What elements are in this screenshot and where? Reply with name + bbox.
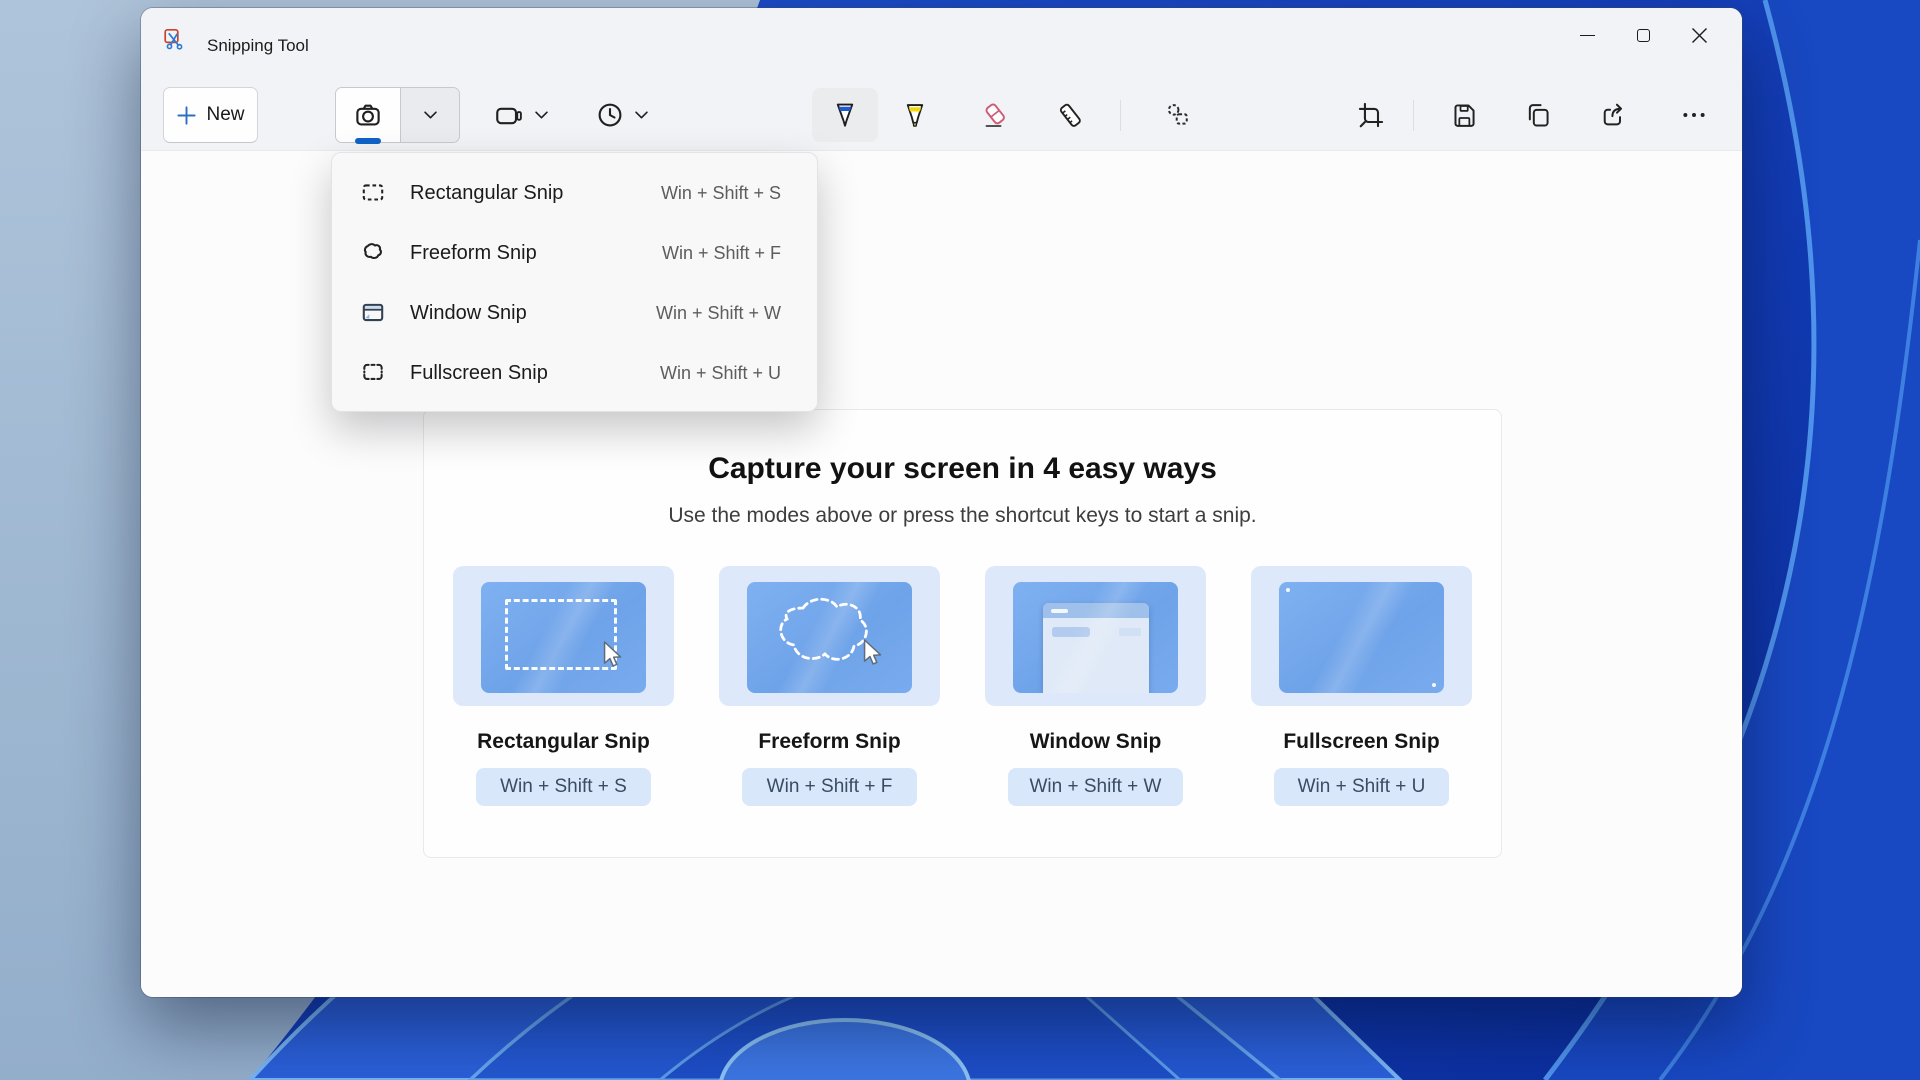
menu-item-label: Fullscreen Snip: [410, 362, 548, 385]
minimize-button[interactable]: [1559, 13, 1615, 57]
close-icon: [1691, 27, 1708, 44]
share-icon: [1599, 101, 1627, 129]
snipping-tool-logo-icon: [162, 27, 186, 51]
shapes-icon: [1164, 101, 1192, 129]
chevron-down-icon: [424, 111, 437, 119]
share-button[interactable]: [1583, 88, 1643, 142]
camera-icon: [353, 100, 383, 130]
toolbar-separator: [1413, 100, 1414, 131]
capture-help-panel: Capture your screen in 4 easy ways Use t…: [423, 409, 1502, 858]
menu-item-window-snip[interactable]: Window Snip Win + Shift + W: [332, 283, 817, 343]
crop-icon: [1357, 101, 1385, 129]
toolbar: New: [141, 87, 1742, 143]
pen-tool-button[interactable]: [812, 88, 878, 142]
card-window-snip: Window Snip Win + Shift + W: [985, 566, 1206, 806]
menu-item-shortcut: Win + Shift + W: [656, 303, 781, 324]
more-options-button[interactable]: [1664, 88, 1724, 142]
card-label: Fullscreen Snip: [1283, 730, 1439, 754]
cursor-icon: [859, 638, 885, 668]
card-freeform-snip: Freeform Snip Win + Shift + F: [719, 566, 940, 806]
snip-mode-menu: Rectangular Snip Win + Shift + S Freefor…: [331, 152, 818, 412]
eraser-tool-button[interactable]: [962, 88, 1028, 142]
shapes-tool-button[interactable]: [1148, 88, 1208, 142]
menu-item-fullscreen-snip[interactable]: Fullscreen Snip Win + Shift + U: [332, 343, 817, 403]
freeform-snip-illustration: [719, 566, 940, 706]
clock-icon: [595, 100, 625, 130]
plus-icon: [176, 105, 197, 126]
copy-icon: [1524, 101, 1552, 129]
snip-mode-split-button: [335, 87, 460, 143]
freeform-snip-icon: [360, 240, 386, 266]
card-shortcut: Win + Shift + U: [1274, 768, 1449, 806]
window-title: Snipping Tool: [207, 36, 309, 56]
menu-item-label: Window Snip: [410, 302, 527, 325]
menu-item-shortcut: Win + Shift + F: [662, 243, 781, 264]
fullscreen-snip-illustration: [1251, 566, 1472, 706]
new-label: New: [206, 104, 244, 126]
window-snip-illustration: [985, 566, 1206, 706]
rectangular-snip-illustration: [453, 566, 674, 706]
menu-item-shortcut: Win + Shift + S: [661, 183, 781, 204]
card-label: Window Snip: [1030, 730, 1162, 754]
rectangular-snip-icon: [360, 180, 386, 206]
card-fullscreen-snip: Fullscreen Snip Win + Shift + U: [1251, 566, 1472, 806]
window-chrome: Snipping Tool: [141, 8, 1742, 151]
copy-button[interactable]: [1508, 88, 1568, 142]
cursor-icon: [599, 640, 625, 670]
close-button[interactable]: [1671, 13, 1727, 57]
maximize-icon: [1637, 29, 1650, 42]
fullscreen-snip-icon: [360, 360, 386, 386]
toolbar-separator: [1120, 100, 1121, 131]
menu-item-label: Rectangular Snip: [410, 182, 563, 205]
titlebar: Snipping Tool: [141, 8, 1742, 68]
mode-cards: Rectangular Snip Win + Shift + S Freefor: [424, 566, 1501, 806]
menu-item-rectangular-snip[interactable]: Rectangular Snip Win + Shift + S: [332, 163, 817, 223]
chevron-down-icon: [635, 111, 648, 119]
new-snip-button[interactable]: New: [163, 87, 258, 143]
window-snip-icon: [360, 300, 386, 326]
menu-item-freeform-snip[interactable]: Freeform Snip Win + Shift + F: [332, 223, 817, 283]
card-shortcut: Win + Shift + S: [476, 768, 651, 806]
snipping-tool-window: Snipping Tool: [141, 8, 1742, 997]
more-ellipsis-icon: [1680, 101, 1708, 129]
record-mode-button[interactable]: [487, 93, 554, 137]
selected-mode-indicator: [355, 138, 381, 144]
highlighter-tool-button[interactable]: [882, 88, 948, 142]
snip-mode-button[interactable]: [336, 88, 401, 142]
maximize-button[interactable]: [1615, 13, 1671, 57]
save-button[interactable]: [1434, 88, 1494, 142]
mini-window-graphic: [1043, 603, 1149, 693]
delay-button[interactable]: [589, 93, 654, 137]
menu-item-shortcut: Win + Shift + U: [660, 363, 781, 384]
eraser-icon: [981, 101, 1010, 130]
menu-item-label: Freeform Snip: [410, 242, 537, 265]
snip-mode-dropdown-button[interactable]: [401, 88, 459, 142]
card-shortcut: Win + Shift + W: [1008, 768, 1183, 806]
card-rectangular-snip: Rectangular Snip Win + Shift + S: [453, 566, 674, 806]
window-controls: [1559, 13, 1727, 57]
save-icon: [1450, 101, 1478, 129]
ruler-tool-button[interactable]: [1037, 88, 1103, 142]
panel-heading: Capture your screen in 4 easy ways: [424, 450, 1501, 488]
chevron-down-icon: [535, 111, 548, 119]
ballpoint-pen-icon: [830, 100, 860, 130]
highlighter-icon: [900, 100, 930, 130]
video-camera-icon: [493, 100, 525, 130]
card-label: Rectangular Snip: [477, 730, 650, 754]
card-shortcut: Win + Shift + F: [742, 768, 917, 806]
minimize-icon: [1580, 35, 1595, 36]
ruler-icon: [1056, 101, 1085, 130]
panel-subheading: Use the modes above or press the shortcu…: [424, 504, 1501, 528]
crop-button[interactable]: [1341, 88, 1401, 142]
card-label: Freeform Snip: [758, 730, 900, 754]
dashed-freeform-shape: [765, 592, 891, 682]
